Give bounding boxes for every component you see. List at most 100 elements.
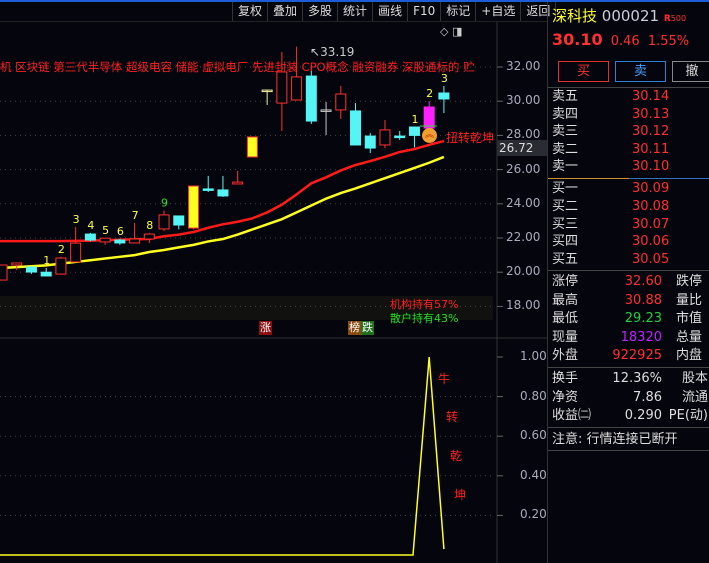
indicator-tick-label: 1.00 [520,349,547,363]
indicator-tick-label: 0.20 [520,507,547,522]
candle-count-label: 4 [87,219,94,232]
bid-price: 30.09 [632,181,670,196]
bid-price: 30.05 [632,252,670,268]
current-price: 30.10 [552,30,603,49]
indicator-tick-label: 0.40 [520,467,547,482]
stat-row: 现量 18320 总量 [552,329,708,347]
y-tick-label: 20.00 [506,264,541,279]
r-badge: R [663,14,671,24]
indicator-tick-label: 0.60 [520,428,547,443]
ask-row[interactable]: 卖五 30.14 [552,88,708,106]
stat-value: 7.86 [633,389,662,405]
quote-panel: 深科技 000021 R500 30.10 0.46 1.55% 买 卖 撤 卖… [547,2,709,563]
ask-price: 30.10 [632,159,670,174]
candle-count-label: 3 [73,213,80,226]
ask-label: 卖五 [552,89,579,104]
candle [99,237,111,243]
stat-row: 净资 7.86 流通 [552,389,708,407]
high-price-marker: ↖33.19 [310,45,355,59]
cancel-button[interactable]: 撤 [672,61,709,82]
stat-value: 29.23 [624,311,662,326]
candle [158,214,170,230]
candle [350,110,362,146]
stat-label-right: 内盘 [675,348,702,363]
y-tick-label: 24.00 [506,195,541,210]
candle [114,239,126,244]
ask-label: 卖一 [552,159,579,174]
candle [394,135,406,139]
sell-button[interactable]: 卖 [615,61,666,82]
price-row: 30.10 0.46 1.55% [552,30,708,50]
ask-label: 卖二 [552,141,579,157]
indicator-label: 乾 [450,449,463,463]
ask-price: 30.11 [632,141,670,157]
concept-ticker: 机 区块链 第三代半导体 超级电容 储能 虚拟电厂 先进封装 CPO概念 融资融… [0,60,475,74]
bid-row[interactable]: 买一 30.09 [552,180,708,198]
candle-count-label: 5 [102,224,109,237]
bid-price: 30.08 [632,198,670,214]
candle [129,238,141,244]
candle [364,135,376,149]
bid-row[interactable]: 买三 30.07 [552,216,708,234]
indicator-label: 坤 [454,488,467,502]
index-badge: 500 [670,14,687,23]
stat-label: 涨停 [552,274,579,289]
stock-header: 深科技 000021 R500 [552,7,708,25]
y-tick-label: 22.00 [506,230,541,244]
y-tick-label: 32.00 [506,59,541,73]
bid-price: 30.06 [632,234,670,250]
divider [548,270,709,271]
divider [548,427,709,428]
buy-button[interactable]: 买 [558,61,609,82]
ask-row[interactable]: 卖一 30.10 [552,158,708,176]
stat-label-right: 跌停 [675,274,702,289]
candle [246,136,258,158]
stat-value: 0.290 [624,408,662,423]
candle [84,233,96,241]
bid-row[interactable]: 买四 30.06 [552,233,708,251]
candle [408,126,420,136]
ask-row[interactable]: 卖二 30.11 [552,141,708,159]
y-tick-label: 18.00 [506,298,541,313]
candle [187,185,199,229]
stat-value: 30.88 [624,292,662,308]
candle [232,181,244,185]
kline-chart[interactable]: 123 4 5 6789123 [0,0,547,563]
candle [305,75,317,122]
stat-row: 最低 29.23 市值 [552,310,708,328]
candle-count-label: 2 [426,87,433,100]
ask-price: 30.12 [632,124,670,139]
stat-value: 18320 [620,329,662,345]
candle-count-label: 9 [161,197,168,210]
ask-row[interactable]: 卖三 30.12 [552,123,708,141]
bid-row[interactable]: 买二 30.08 [552,198,708,216]
stat-label: 净资 [552,389,579,405]
stat-label: 最低 [552,311,579,326]
stock-code: 000021 [601,7,660,25]
stat-value: 32.60 [624,274,662,289]
stat-value: 922925 [612,348,662,363]
y-tick-label: 26.00 [506,161,541,176]
price-change: 0.46 [610,34,640,49]
ask-price: 30.13 [632,106,670,122]
ask-label: 卖三 [552,124,579,139]
retail-holding: 散户持有43% [390,312,459,325]
fall-badge[interactable]: 跌 [361,321,374,335]
stat-row: 涨停 32.60 跌停 [552,273,708,291]
stat-label: 外盘 [552,348,579,363]
bid-label: 买五 [552,252,579,268]
ask-row[interactable]: 卖四 30.13 [552,106,708,124]
candle [143,233,155,240]
indicator-tick-label: 0.80 [520,388,547,403]
stock-name: 深科技 [552,7,598,25]
candle-count-label: 8 [146,219,153,232]
candle-count-label: 6 [117,225,124,238]
list-badge[interactable]: 榜 [348,321,361,335]
candle [276,71,288,104]
candle [55,257,67,275]
rise-badge[interactable]: 涨 [259,321,272,335]
ask-label: 卖四 [552,106,579,122]
bid-row[interactable]: 买五 30.05 [552,251,708,269]
candle [291,76,303,101]
stat-label: 收益㈡ [552,408,592,423]
